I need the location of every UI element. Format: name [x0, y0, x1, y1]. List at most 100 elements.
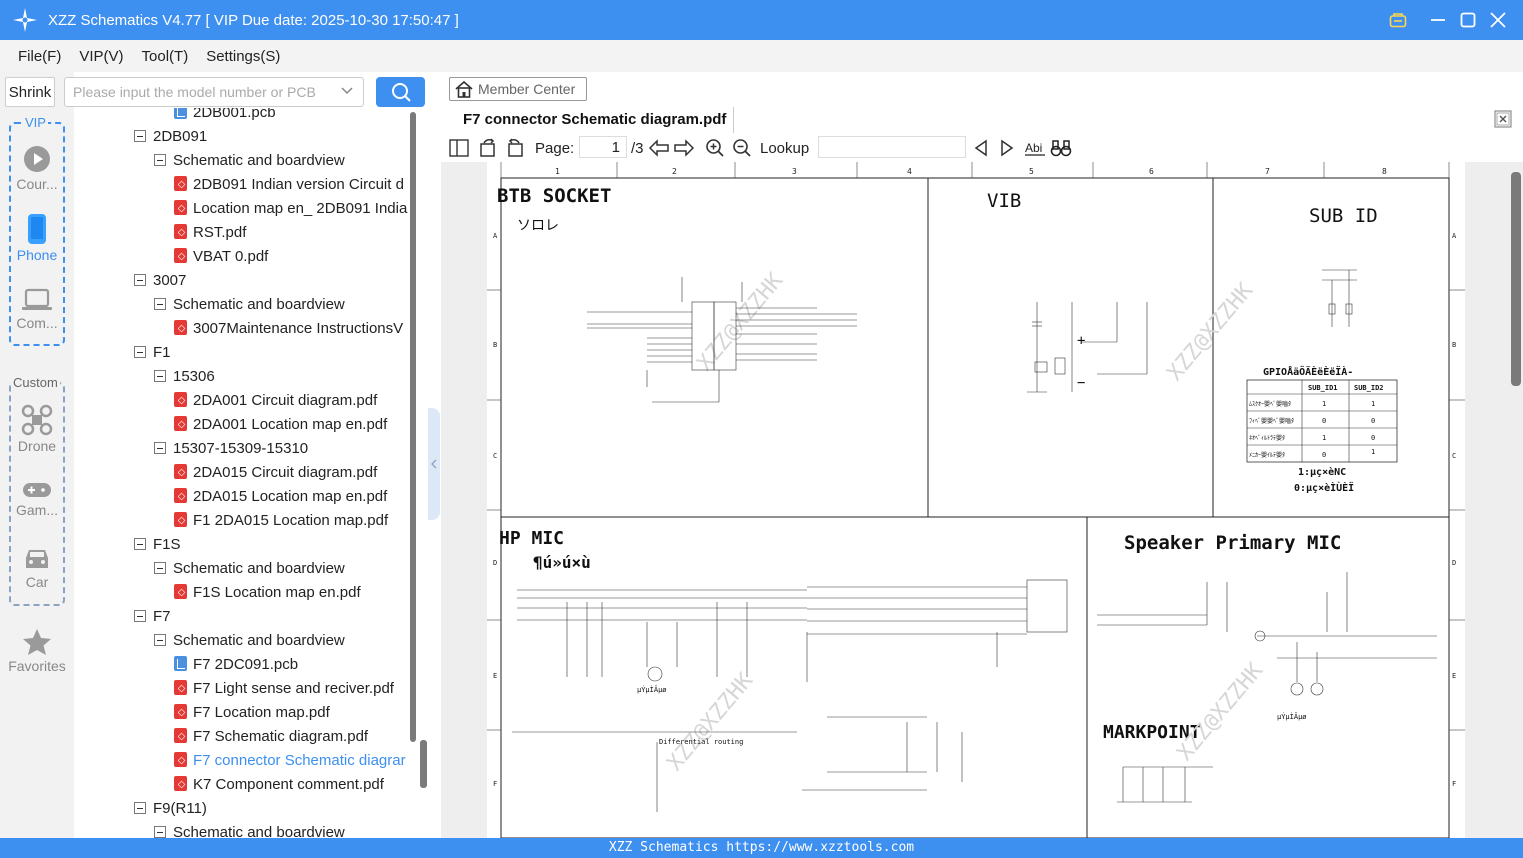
tree-file[interactable]: 2DA001 Location map en.pdf [174, 413, 387, 437]
rail-item-computer[interactable]: Com... [0, 287, 74, 331]
sidebar-toggle-icon[interactable] [449, 139, 469, 157]
tree-folder[interactable]: F1 [134, 341, 171, 365]
column-label: 5 [1029, 167, 1034, 176]
tree-file[interactable]: 3007Maintenance InstructionsV [174, 317, 403, 341]
tree-folder[interactable]: F9(R11) [134, 797, 207, 821]
column-label: 3 [792, 167, 797, 176]
tree-item-label: F7 Light sense and reciver.pdf [193, 680, 394, 697]
minimize-icon[interactable] [1427, 9, 1449, 31]
page-number-input[interactable]: 1 [579, 136, 627, 158]
tree-folder[interactable]: Schematic and boardview [154, 557, 345, 581]
document-tab[interactable]: F7 connector Schematic diagram.pdf [452, 107, 734, 133]
tree-folder[interactable]: 15307-15309-15310 [154, 437, 308, 461]
tree-file[interactable]: Location map en_ 2DB091 India [174, 197, 407, 221]
shrink-button[interactable]: Shrink [5, 77, 55, 107]
gpio-header-subid2: SUB_ID2 [1354, 384, 1384, 392]
next-page-icon[interactable] [673, 138, 695, 158]
binoculars-icon[interactable] [1050, 139, 1072, 157]
close-icon[interactable] [1487, 9, 1509, 31]
find-prev-icon[interactable] [973, 139, 989, 157]
sub-id-circuit [1322, 269, 1357, 327]
vip-badge-icon[interactable] [1387, 9, 1409, 31]
tree-scrollbar[interactable] [410, 112, 416, 742]
tree-file[interactable]: F7 2DC091.pcb [174, 653, 298, 677]
pdf-file-icon [174, 752, 187, 767]
phone-icon [28, 214, 46, 244]
panel-splitter[interactable] [428, 408, 440, 520]
tree-folder[interactable]: Schematic and boardview [154, 821, 345, 838]
tree-file[interactable]: 2DA015 Location map en.pdf [174, 485, 387, 509]
collapse-icon[interactable] [134, 130, 146, 142]
gpio-header-subid1: SUB_ID1 [1308, 384, 1338, 392]
collapse-icon[interactable] [154, 826, 166, 838]
tree-file[interactable]: 2DB091 Indian version Circuit d [174, 173, 404, 197]
gpio-row-value: 0 [1322, 451, 1326, 459]
collapse-icon[interactable] [154, 298, 166, 310]
tree-scrollbar-thumb[interactable] [420, 740, 427, 788]
rail-item-game[interactable]: Gam... [0, 480, 74, 518]
tree-file[interactable]: VBAT 0.pdf [174, 245, 268, 269]
menu-tool[interactable]: Tool(T) [142, 48, 189, 65]
tree-file[interactable]: F7 connector Schematic diagrar [174, 749, 406, 773]
tree-folder[interactable]: Schematic and boardview [154, 293, 345, 317]
tree-file[interactable]: F1 2DA015 Location map.pdf [174, 509, 388, 533]
maximize-icon[interactable] [1457, 9, 1479, 31]
rail-item-car[interactable]: Car [0, 546, 74, 590]
watermark: XZZ@XZZHK [692, 268, 788, 376]
tree-folder[interactable]: 2DB091 [134, 125, 207, 149]
member-center-button[interactable]: Member Center [449, 77, 587, 101]
gpio-row-value: 0 [1371, 434, 1375, 442]
rail-item-course[interactable]: Cour... [0, 144, 74, 192]
tree-file[interactable]: F7 Schematic diagram.pdf [174, 725, 368, 749]
collapse-icon[interactable] [154, 370, 166, 382]
tree-folder[interactable]: F1S [134, 533, 181, 557]
rail-item-drone[interactable]: Drone [0, 404, 74, 454]
tree-folder[interactable]: Schematic and boardview [154, 149, 345, 173]
vib-minus-label: − [1077, 375, 1085, 391]
model-search-input[interactable]: Please input the model number or PCB [64, 77, 364, 107]
row-label: B [493, 341, 497, 349]
collapse-icon[interactable] [154, 562, 166, 574]
tree-folder[interactable]: 15306 [154, 365, 215, 389]
collapse-icon[interactable] [154, 154, 166, 166]
menu-vip[interactable]: VIP(V) [79, 48, 123, 65]
find-next-icon[interactable] [999, 139, 1015, 157]
viewer-scrollbar[interactable] [1511, 172, 1521, 386]
speaker-mic-part-label: µÝµÌÂµø [1277, 712, 1307, 721]
close-tab-icon[interactable] [1494, 110, 1512, 128]
lookup-input[interactable] [818, 136, 966, 158]
collapse-icon[interactable] [134, 802, 146, 814]
menu-file[interactable]: File(F) [18, 48, 61, 65]
zoom-out-icon[interactable] [732, 138, 752, 158]
collapse-icon[interactable] [134, 610, 146, 622]
rail-item-favorites[interactable]: Favorites [0, 628, 74, 674]
rotate-right-icon[interactable] [505, 138, 525, 158]
tree-file[interactable]: 2DA015 Circuit diagram.pdf [174, 461, 377, 485]
sub-id-title: SUB ID [1309, 205, 1378, 227]
chevron-down-icon[interactable] [339, 83, 355, 99]
search-button[interactable] [376, 77, 425, 107]
match-case-icon[interactable]: Abi [1024, 139, 1046, 157]
tree-folder[interactable]: 3007 [134, 269, 186, 293]
tree-folder[interactable]: Schematic and boardview [154, 629, 345, 653]
rail-item-phone[interactable]: Phone [0, 213, 74, 263]
collapse-icon[interactable] [134, 538, 146, 550]
tree-item-label: 2DA015 Location map en.pdf [193, 488, 388, 505]
collapse-icon[interactable] [154, 442, 166, 454]
rotate-left-icon[interactable] [478, 138, 498, 158]
collapse-icon[interactable] [134, 274, 146, 286]
collapse-icon[interactable] [134, 346, 146, 358]
watermark: XZZ@XZZHK [1172, 658, 1268, 766]
tree-file[interactable]: RST.pdf [174, 221, 246, 245]
zoom-in-icon[interactable] [705, 138, 725, 158]
prev-page-icon[interactable] [648, 138, 670, 158]
tree-folder[interactable]: F7 [134, 605, 171, 629]
tree-file[interactable]: F7 Location map.pdf [174, 701, 330, 725]
tree-file[interactable]: F1S Location map en.pdf [174, 581, 361, 605]
menu-settings[interactable]: Settings(S) [206, 48, 280, 65]
tree-file[interactable]: 2DA001 Circuit diagram.pdf [174, 389, 377, 413]
tree-file[interactable]: K7 Component comment.pdf [174, 773, 384, 797]
tree-file[interactable]: F7 Light sense and reciver.pdf [174, 677, 394, 701]
tree-file[interactable]: 2DB001.pcb [174, 108, 276, 125]
collapse-icon[interactable] [154, 634, 166, 646]
